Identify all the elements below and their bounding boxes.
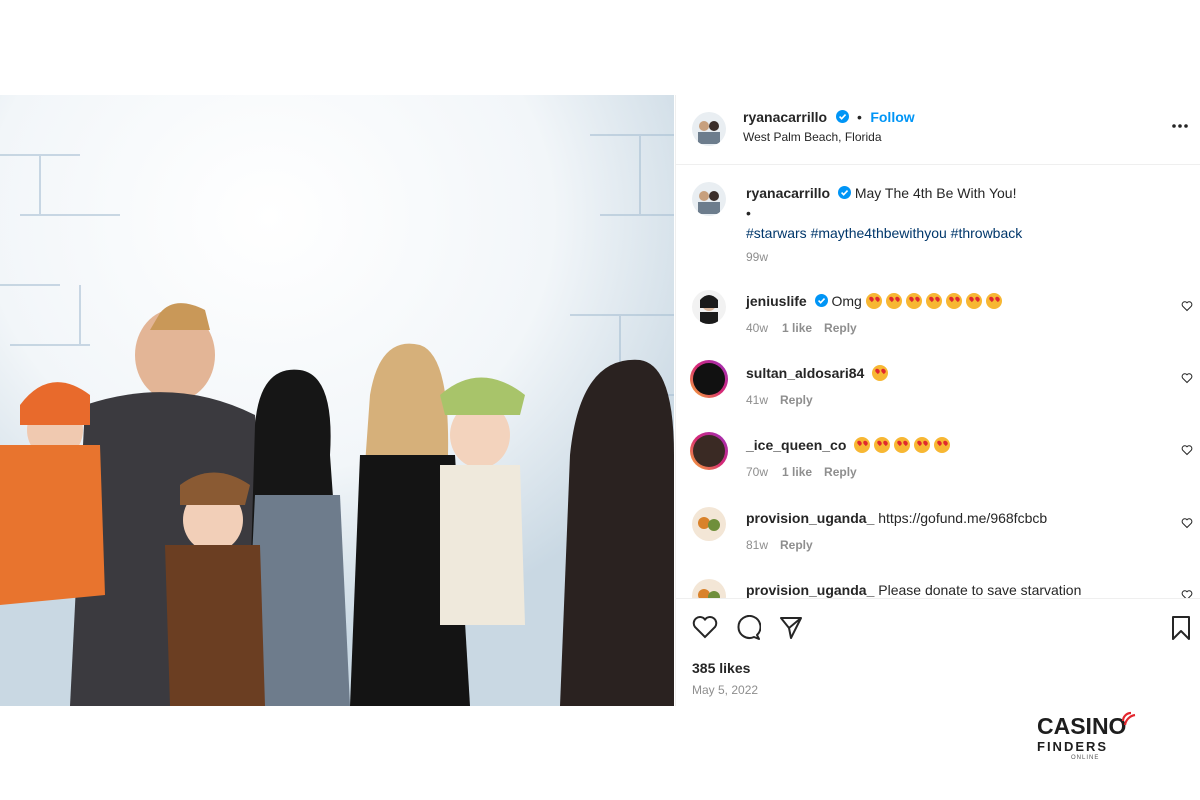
logo-line-3: ONLINE [1071, 755, 1100, 761]
heart-eyes-emoji-icon [854, 437, 871, 453]
heart-eyes-emoji-icon [905, 293, 922, 309]
like-comment-heart-icon[interactable] [1181, 300, 1193, 312]
post-date: May 5, 2022 [692, 683, 759, 697]
like-comment-heart-icon[interactable] [1181, 372, 1193, 384]
post-image [0, 95, 674, 706]
heart-eyes-emoji-icon [945, 293, 962, 309]
comment-row: provision_uganda_ https://gofund.me/968f… [676, 505, 1200, 555]
comment-time: 40w [746, 321, 769, 335]
reply-button[interactable]: Reply [780, 538, 813, 552]
post-location[interactable]: West Palm Beach, Florida [743, 130, 882, 144]
like-comment-heart-icon[interactable] [1181, 589, 1193, 598]
author-username[interactable]: ryanacarrillo [743, 109, 827, 125]
caption-bullet: • [746, 205, 751, 221]
heart-eyes-emoji-group [854, 437, 954, 453]
logo-signal-icon [1121, 711, 1136, 726]
comment-row: jeniuslife Omg 40w 1 like Reply [676, 288, 1200, 338]
commenter-avatar[interactable] [692, 579, 726, 598]
comment-row: _ice_queen_co 70w 1 like Reply [676, 432, 1200, 482]
comment-username[interactable]: _ice_queen_co [746, 437, 846, 453]
commenter-avatar-story-ring[interactable] [690, 360, 728, 398]
heart-eyes-emoji-icon [925, 293, 942, 309]
comment-text[interactable]: https://gofund.me/968fcbcb [878, 510, 1047, 526]
reply-button[interactable]: Reply [780, 393, 813, 407]
reply-button[interactable]: Reply [824, 465, 857, 479]
share-send-icon[interactable] [778, 615, 804, 641]
like-heart-icon[interactable] [692, 615, 718, 639]
verified-badge-icon [835, 110, 849, 123]
reply-button[interactable]: Reply [824, 321, 857, 335]
post-header: ryanacarrillo • Follow West Palm Beach, … [676, 95, 1200, 165]
comment-row: sultan_aldosari84 41w Reply [676, 360, 1200, 410]
verified-badge-icon [814, 294, 828, 307]
follow-button[interactable]: Follow [870, 109, 914, 125]
likes-count[interactable]: 385 likes [692, 660, 750, 676]
comment-bubble-icon[interactable] [735, 615, 761, 641]
caption-avatar[interactable] [692, 182, 726, 216]
commenter-avatar[interactable] [692, 290, 726, 324]
comment-time: 81w [746, 538, 769, 552]
like-comment-heart-icon[interactable] [1181, 517, 1193, 529]
comment-likes[interactable]: 1 like [782, 321, 812, 335]
caption-text: May The 4th Be With You! [854, 185, 1017, 201]
heart-eyes-emoji-icon [985, 293, 1002, 309]
commenter-avatar[interactable] [692, 507, 726, 541]
post-actions: 385 likes May 5, 2022 [676, 598, 1200, 707]
casino-finders-logo: CASINO FINDERS ONLINE [1035, 705, 1145, 765]
heart-eyes-emoji-icon [965, 293, 982, 309]
post-details-panel: ryanacarrillo • Follow West Palm Beach, … [675, 95, 1200, 706]
heart-eyes-emoji-icon [865, 293, 882, 309]
comment-username[interactable]: provision_uganda_ [746, 582, 874, 598]
comment-username[interactable]: jeniuslife [746, 293, 807, 309]
caption-username[interactable]: ryanacarrillo [746, 185, 830, 201]
commenter-avatar [693, 363, 725, 395]
comment-likes[interactable]: 1 like [782, 465, 812, 479]
author-avatar[interactable] [692, 112, 726, 146]
heart-eyes-emoji-group [865, 293, 1006, 309]
commenter-avatar-story-ring[interactable] [690, 432, 728, 470]
comment-text: Omg [831, 293, 862, 309]
heart-eyes-emoji-icon [934, 437, 951, 453]
comment-row: provision_uganda_ Please donate to save … [676, 577, 1200, 598]
comment-time: 41w [746, 393, 769, 407]
save-bookmark-icon[interactable] [1170, 615, 1192, 641]
comment-username[interactable]: provision_uganda_ [746, 510, 874, 526]
comment-username[interactable]: sultan_aldosari84 [746, 365, 864, 381]
caption-hashtags[interactable]: #starwars #maythe4thbewithyou #throwback [746, 224, 1022, 242]
verified-badge-icon [837, 186, 851, 199]
more-horizontal-icon[interactable] [1171, 123, 1189, 129]
separator-dot: • [856, 109, 862, 125]
heart-eyes-emoji-icon [874, 437, 891, 453]
post-caption: ryanacarrillo May The 4th Be With You! •… [676, 180, 1200, 270]
commenter-avatar [693, 435, 725, 467]
comment-time: 70w [746, 465, 769, 479]
heart-eyes-emoji-icon [894, 437, 911, 453]
heart-eyes-emoji-icon [885, 293, 902, 309]
logo-line-2: FINDERS [1037, 739, 1109, 754]
post-photo[interactable] [0, 95, 674, 706]
caption-time: 99w [746, 250, 769, 264]
heart-eyes-emoji-icon [872, 365, 889, 381]
comment-text: Please donate to save starvation [878, 582, 1082, 598]
like-comment-heart-icon[interactable] [1181, 444, 1193, 456]
heart-eyes-emoji-icon [914, 437, 931, 453]
logo-line-1: CASINO [1037, 713, 1127, 739]
